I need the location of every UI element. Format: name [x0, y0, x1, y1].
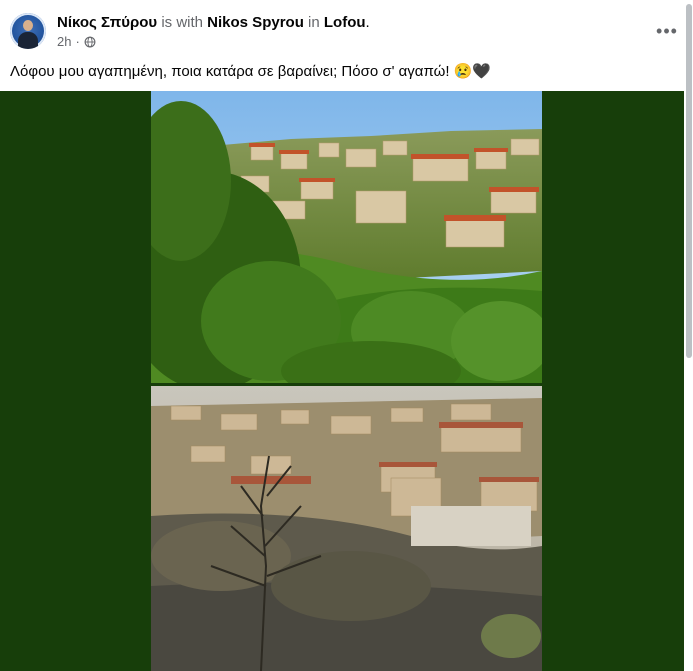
post-meta: 2h ·: [57, 34, 96, 49]
in-text: in: [308, 14, 320, 31]
scrollbar-thumb[interactable]: [686, 4, 692, 358]
post-media[interactable]: [0, 91, 684, 671]
tagged-person[interactable]: Nikos Spyrou: [207, 14, 304, 31]
post-caption: Λόφου μου αγαπημένη, ποια κατάρα σε βαρα…: [10, 63, 492, 80]
post-header: Νίκος Σπύρου is with Nikos Spyrou in Lof…: [57, 14, 370, 32]
post-time[interactable]: 2h: [57, 34, 71, 49]
facebook-post: Νίκος Σπύρου is with Nikos Spyrou in Lof…: [0, 0, 693, 671]
meta-dot: ·: [75, 34, 80, 49]
village-burned-image: [151, 386, 542, 671]
avatar[interactable]: [10, 13, 46, 49]
globe-icon[interactable]: [84, 36, 96, 48]
location-link[interactable]: Lofou: [324, 14, 366, 31]
period: .: [365, 14, 370, 31]
with-text: is with: [161, 14, 203, 31]
avatar-head: [23, 20, 33, 31]
photo-village-after-fire[interactable]: [151, 386, 542, 671]
author-name[interactable]: Νίκος Σπύρου: [57, 14, 157, 31]
avatar-torso: [18, 32, 38, 49]
photo-village-before-fire[interactable]: [151, 91, 542, 383]
more-options-button[interactable]: •••: [654, 18, 680, 44]
village-green-image: [151, 91, 542, 383]
